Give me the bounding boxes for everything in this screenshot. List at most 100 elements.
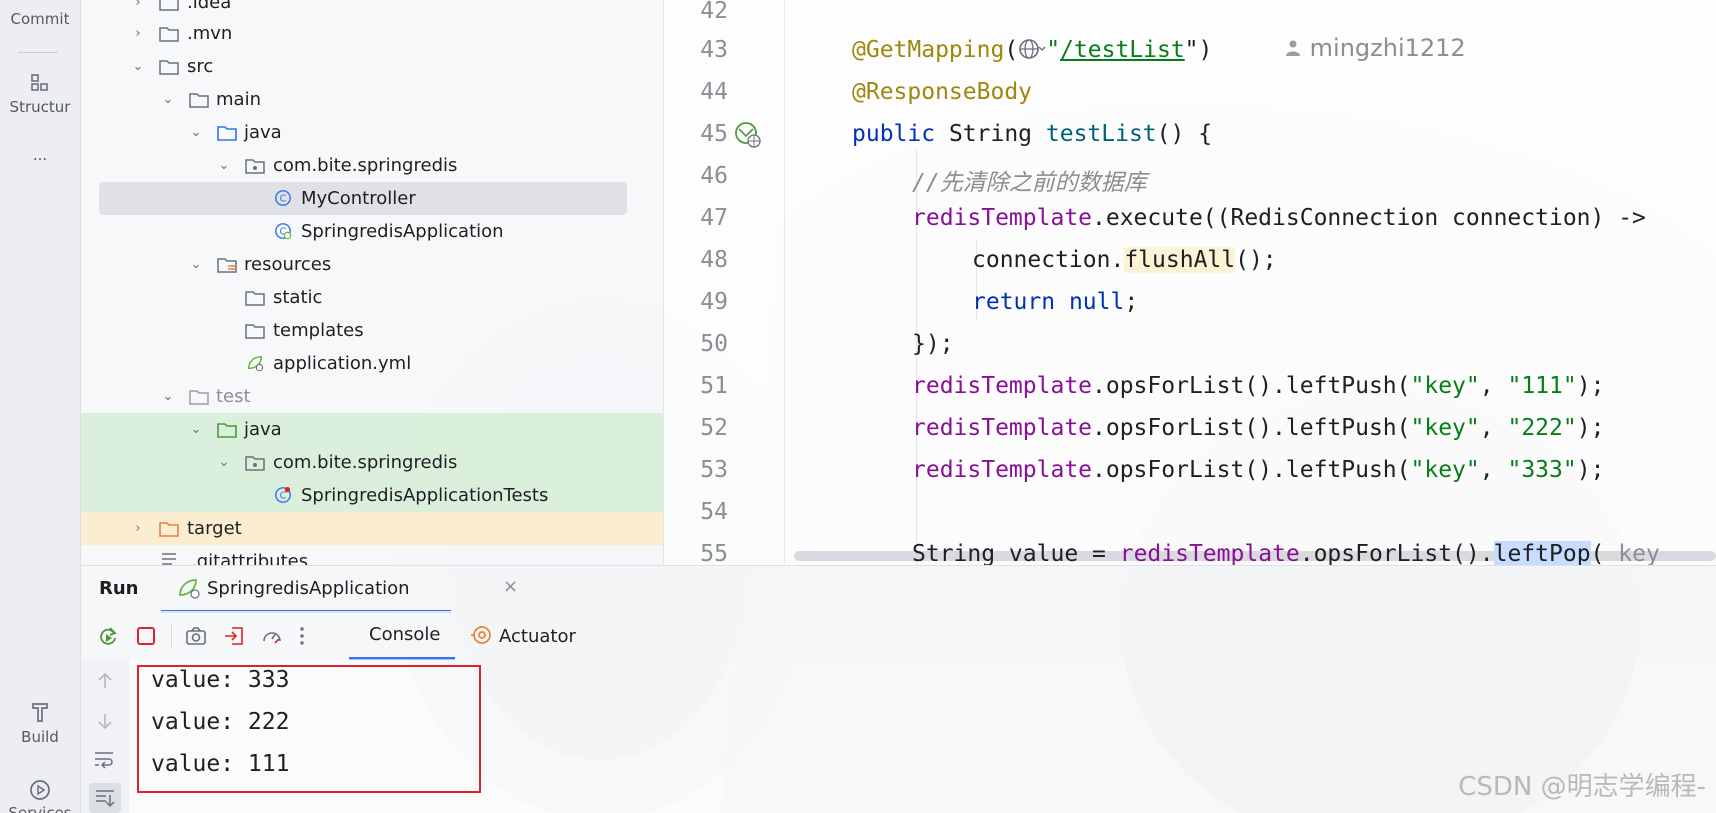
- string-token: "key": [1410, 457, 1480, 483]
- chevron-right-icon[interactable]: ›: [131, 0, 145, 10]
- tree-item-label: .mvn: [187, 23, 233, 44]
- line-number: 42: [700, 0, 728, 24]
- chevron-right-icon[interactable]: ›: [131, 26, 145, 41]
- folder-icon: [159, 0, 179, 11]
- excluded-folder-icon: [159, 522, 179, 537]
- actuator-tab[interactable]: Actuator: [471, 624, 576, 647]
- code-line-45: public String testList() {: [852, 121, 1212, 147]
- line-number: 51: [700, 373, 728, 399]
- tree-item-static[interactable]: static: [81, 281, 663, 314]
- code-line-50: });: [912, 331, 954, 357]
- services-tool-button[interactable]: Services: [0, 778, 80, 813]
- chevron-down-icon[interactable]: ⌄: [161, 389, 175, 404]
- arrow-up-icon[interactable]: [95, 671, 115, 691]
- chevron-down-icon[interactable]: ⌄: [189, 125, 203, 140]
- line-number: 45: [700, 121, 728, 147]
- soft-wrap-icon[interactable]: [93, 749, 117, 769]
- code-line-53: redisTemplate.opsForList().leftPush("key…: [912, 457, 1604, 483]
- tree-item-springredisapplication[interactable]: C SpringredisApplication: [81, 215, 663, 248]
- code-line-44: @ResponseBody: [852, 79, 1032, 105]
- camera-icon[interactable]: [185, 625, 207, 647]
- tree-item-resources[interactable]: ⌄ resources: [81, 248, 663, 281]
- more-tools-button[interactable]: ...: [0, 146, 80, 164]
- tree-item-package[interactable]: ⌄ com.bite.springredis: [81, 149, 663, 182]
- structure-tool-button[interactable]: Structur: [0, 72, 80, 116]
- line-number: 49: [700, 289, 728, 315]
- code-token: });: [912, 331, 954, 357]
- string-token: "key": [1410, 373, 1480, 399]
- test-source-folder-icon: [217, 423, 237, 438]
- arrow-down-icon[interactable]: [95, 711, 115, 731]
- parameter-hint: key: [1618, 541, 1660, 565]
- spring-boot-icon: [179, 579, 200, 599]
- text-file-icon: [162, 553, 176, 565]
- field-token: redisTemplate: [912, 457, 1093, 483]
- code-line-52: redisTemplate.opsForList().leftPush("key…: [912, 415, 1604, 441]
- line-number: 52: [700, 415, 728, 441]
- tree-item-java[interactable]: ⌄ java: [81, 116, 663, 149]
- exit-icon[interactable]: [223, 625, 245, 647]
- project-tree: › .idea › .mvn ⌄ src ⌄ main ⌄ java ⌄ com…: [81, 0, 664, 565]
- tree-item-label: src: [187, 56, 214, 77]
- chevron-down-icon[interactable]: ⌄: [217, 158, 231, 173]
- chevron-down-icon[interactable]: ⌄: [189, 422, 203, 437]
- comment-token: //先清除之前的数据库: [912, 170, 1147, 196]
- chevron-down-icon[interactable]: ⌄: [189, 257, 203, 272]
- ide-window: Commit Structur ... Build Services › .id…: [0, 0, 1716, 813]
- line-number: 50: [700, 331, 728, 357]
- chevron-right-icon[interactable]: ›: [131, 521, 145, 536]
- field-token: redisTemplate: [912, 373, 1093, 399]
- folder-icon: [159, 60, 179, 75]
- tree-item-templates[interactable]: templates: [81, 314, 663, 347]
- code-token: String value =: [912, 541, 1120, 565]
- tree-item-label: MyController: [301, 188, 416, 209]
- code-token: .opsForList().: [1299, 541, 1494, 565]
- commit-tool-button[interactable]: Commit: [0, 10, 80, 28]
- scroll-to-end-button[interactable]: [89, 783, 121, 813]
- tree-item-mvn[interactable]: › .mvn: [81, 17, 663, 50]
- tree-item-application-yml[interactable]: application.yml: [81, 347, 663, 380]
- line-number: 47: [700, 205, 728, 231]
- rerun-icon[interactable]: [97, 625, 119, 647]
- line-number: 46: [700, 163, 728, 189]
- tree-item-target[interactable]: › target: [81, 512, 663, 545]
- web-endpoint-gutter-icon[interactable]: [734, 121, 762, 149]
- tree-item-test-java[interactable]: ⌄ java: [81, 413, 663, 446]
- tree-item-gitattributes[interactable]: .gitattributes: [81, 545, 663, 565]
- stop-icon[interactable]: [135, 625, 157, 647]
- close-icon[interactable]: ×: [503, 576, 518, 597]
- code-editor[interactable]: 42 43 44 45 46 47 48 49 50 51 52 53 54 5…: [664, 0, 1716, 565]
- code-token: (: [1590, 541, 1619, 565]
- globe-icon[interactable]: [1018, 37, 1046, 61]
- tree-item-test-package[interactable]: ⌄ com.bite.springredis: [81, 446, 663, 479]
- more-label: ...: [32, 146, 48, 164]
- url-link[interactable]: /testList: [1060, 37, 1185, 63]
- chevron-down-icon[interactable]: ⌄: [161, 92, 175, 107]
- tree-item-tests-class[interactable]: C SpringredisApplicationTests: [81, 479, 663, 512]
- chevron-down-icon[interactable]: ⌄: [217, 455, 231, 470]
- console-tab[interactable]: Console: [349, 611, 455, 660]
- tree-item-label: target: [187, 518, 242, 539]
- code-token: ();: [1235, 247, 1277, 273]
- tree-item-test[interactable]: ⌄ test: [81, 380, 663, 413]
- package-icon: [245, 159, 265, 174]
- code-token: connection.: [972, 247, 1125, 273]
- tree-item-label: resources: [244, 254, 332, 275]
- person-icon: [1286, 40, 1300, 56]
- tree-item-src[interactable]: ⌄ src: [81, 50, 663, 83]
- chevron-down-icon[interactable]: ⌄: [131, 59, 145, 74]
- code-token: .opsForList().leftPush(: [1092, 373, 1411, 399]
- actuator-tab-label: Actuator: [499, 626, 576, 647]
- code-author-hint[interactable]: mingzhi1212: [1284, 34, 1466, 62]
- build-tool-button[interactable]: Build: [0, 700, 80, 746]
- run-config-tab[interactable]: SpringredisApplication ×: [161, 566, 518, 613]
- services-icon: [30, 780, 50, 800]
- gauge-icon[interactable]: [261, 625, 283, 647]
- svg-text:C: C: [280, 194, 287, 205]
- tree-item-mycontroller[interactable]: C MyController: [99, 182, 627, 215]
- string-token: "222": [1507, 415, 1577, 441]
- method-call-highlight: leftPop: [1493, 541, 1591, 565]
- tree-item-main[interactable]: ⌄ main: [81, 83, 663, 116]
- code-line-48: connection.flushAll();: [972, 247, 1277, 273]
- more-vertical-icon[interactable]: [291, 625, 313, 647]
